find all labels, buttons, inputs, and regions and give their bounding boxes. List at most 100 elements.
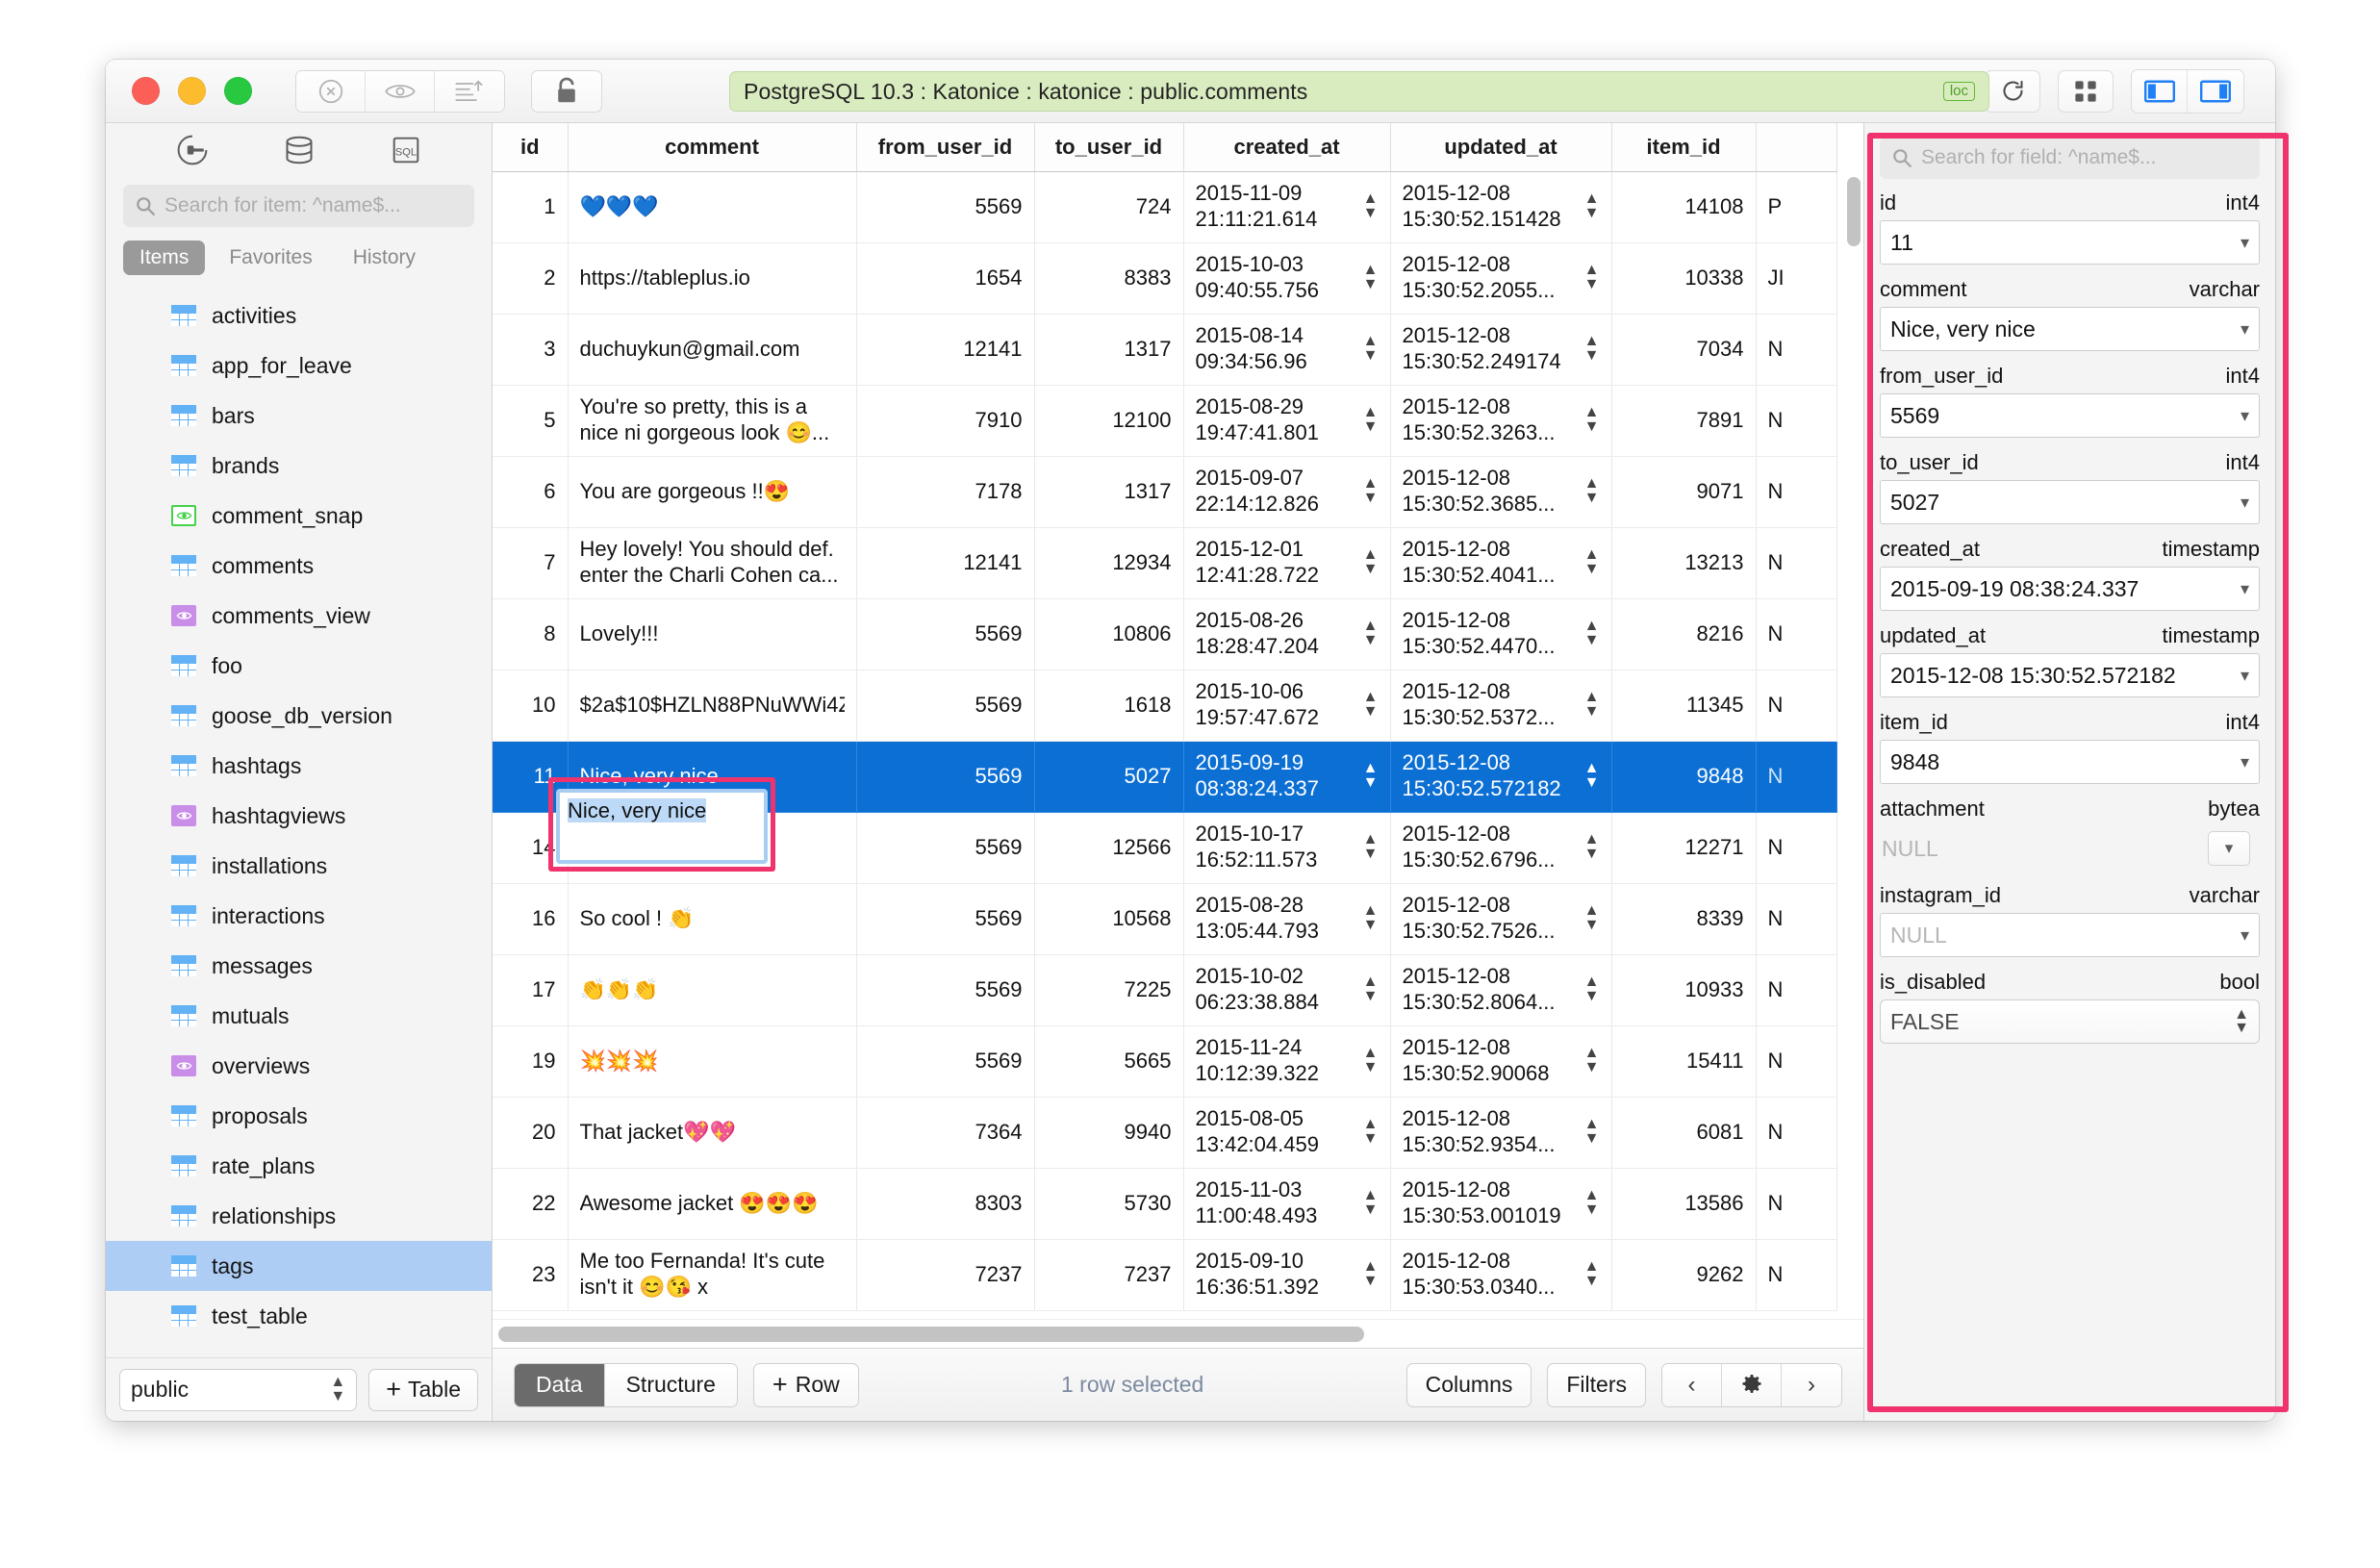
cell-id[interactable]: 16 [493, 883, 569, 955]
cell-id[interactable]: 1 [493, 171, 569, 243]
sidebar-item-relationships[interactable]: relationships [106, 1191, 492, 1241]
cell-comment[interactable]: 👏👏👏 [568, 954, 857, 1026]
sidebar-item-overviews[interactable]: overviews [106, 1041, 492, 1091]
cell-created-at[interactable]: 2015-12-01 12:41:28.722 ▲ ▼ [1183, 527, 1391, 599]
stepper-icon[interactable]: ▲ ▼ [1584, 761, 1600, 791]
lock-icon[interactable] [531, 69, 602, 113]
column-header-updated-at[interactable]: updated_at [1390, 123, 1612, 172]
sql-icon[interactable]: SQL [391, 135, 421, 170]
stepper-icon[interactable]: ▲ ▼ [2234, 1006, 2249, 1035]
cell-to-user-id[interactable]: 5665 [1034, 1025, 1184, 1098]
cell-attachment[interactable]: N [1756, 670, 1837, 742]
stepper-icon[interactable]: ▲ ▼ [1584, 832, 1600, 862]
connection-icon[interactable] [176, 134, 209, 171]
inspector-field-input-instagram-id[interactable]: NULL ▾ [1880, 913, 2260, 957]
cell-to-user-id[interactable]: 5027 [1034, 741, 1184, 813]
cell-attachment[interactable]: N [1756, 741, 1837, 813]
table-row[interactable]: 10 $2a$10$HZLN88PNuWWi4ZuS91Ib8dR98IjtOkb… [493, 670, 1837, 742]
sidebar-item-messages[interactable]: messages [106, 941, 492, 991]
chevron-down-icon[interactable]: ▾ [2241, 493, 2249, 513]
stepper-icon[interactable]: ▲ ▼ [1363, 263, 1379, 292]
cell-updated-at[interactable]: 2015-12-08 15:30:52.249174 ▲ ▼ [1390, 314, 1612, 386]
sidebar-item-activities[interactable]: activities [106, 291, 492, 341]
cell-item-id[interactable]: 15411 [1611, 1025, 1757, 1098]
cell-updated-at[interactable]: 2015-12-08 15:30:52.4041... ▲ ▼ [1390, 527, 1612, 599]
sidebar-item-rate-plans[interactable]: rate_plans [106, 1141, 492, 1191]
cell-to-user-id[interactable]: 9940 [1034, 1097, 1184, 1169]
table-row[interactable]: 2 https://tableplus.io 1654 8383 2015-10-03 0… [493, 242, 1837, 315]
stepper-icon[interactable]: ▲ ▼ [1584, 619, 1600, 648]
cell-updated-at[interactable]: 2015-12-08 15:30:52.151428 ▲ ▼ [1390, 171, 1612, 243]
cell-from-user-id[interactable]: 7237 [856, 1239, 1035, 1311]
sidebar-item-installations[interactable]: installations [106, 841, 492, 891]
stepper-icon[interactable]: ▲ ▼ [1363, 547, 1379, 577]
table-row[interactable]: 20 That jacket💖💖 7364 9940 2015-08-05 13:42:0… [493, 1097, 1837, 1169]
chevron-down-icon[interactable]: ▾ [2241, 233, 2249, 253]
cell-to-user-id[interactable]: 12934 [1034, 527, 1184, 599]
cell-attachment[interactable]: N [1756, 1168, 1837, 1240]
cell-from-user-id[interactable]: 5569 [856, 171, 1035, 243]
cell-item-id[interactable]: 13586 [1611, 1168, 1757, 1240]
cell-item-id[interactable]: 12271 [1611, 812, 1757, 884]
cell-id[interactable]: 5 [493, 385, 569, 457]
inspector-field-input-id[interactable]: 11 ▾ [1880, 220, 2260, 265]
cell-updated-at[interactable]: 2015-12-08 15:30:52.4470... ▲ ▼ [1390, 598, 1612, 670]
cell-attachment[interactable]: N [1756, 314, 1837, 386]
cell-to-user-id[interactable]: 10806 [1034, 598, 1184, 670]
inspector-field-input-attachment[interactable]: NULL ▾ [1880, 826, 2260, 871]
vertical-scrollbar[interactable] [1847, 177, 1861, 246]
cell-from-user-id[interactable]: 12141 [856, 314, 1035, 386]
sidebar-item-mutuals[interactable]: mutuals [106, 991, 492, 1041]
inspector-field-input-item-id[interactable]: 9848 ▾ [1880, 740, 2260, 784]
cell-from-user-id[interactable]: 5569 [856, 1025, 1035, 1098]
sidebar-item-comments[interactable]: comments [106, 541, 492, 591]
table-row[interactable]: 3 duchuykun@gmail.com 12141 1317 2015-08-14 0… [493, 314, 1837, 386]
cell-attachment[interactable]: JI [1756, 242, 1837, 315]
column-header-id[interactable]: id [493, 123, 569, 172]
column-header-created-at[interactable]: created_at [1183, 123, 1391, 172]
stepper-icon[interactable]: ▲ ▼ [1584, 903, 1600, 933]
sidebar-item-interactions[interactable]: interactions [106, 891, 492, 941]
table-row[interactable]: 17 👏👏👏 5569 7225 2015-10-02 06:23:38.884 ▲ ▼ 201… [493, 954, 1837, 1026]
stepper-icon[interactable]: ▲ ▼ [1363, 1188, 1379, 1218]
cell-created-at[interactable]: 2015-09-10 16:36:51.392 ▲ ▼ [1183, 1239, 1391, 1311]
gear-icon[interactable] [1722, 1363, 1782, 1406]
stepper-icon[interactable]: ▲ ▼ [1363, 1046, 1379, 1075]
stepper-icon[interactable]: ▲ ▼ [1584, 263, 1600, 292]
right-panel-toggle-icon[interactable] [2188, 69, 2243, 113]
stepper-icon[interactable]: ▲ ▼ [1363, 832, 1379, 862]
cell-item-id[interactable]: 10933 [1611, 954, 1757, 1026]
cell-editor-input[interactable]: Nice, very nice [556, 789, 768, 864]
cell-comment[interactable]: Lovely!!! [568, 598, 857, 670]
cell-to-user-id[interactable]: 1317 [1034, 314, 1184, 386]
cell-to-user-id[interactable]: 1618 [1034, 670, 1184, 742]
sidebar-item-proposals[interactable]: proposals [106, 1091, 492, 1141]
cell-updated-at[interactable]: 2015-12-08 15:30:52.9354... ▲ ▼ [1390, 1097, 1612, 1169]
chevron-down-icon[interactable]: ▾ [2241, 579, 2249, 599]
cell-attachment[interactable]: N [1756, 456, 1837, 528]
cell-from-user-id[interactable]: 8303 [856, 1168, 1035, 1240]
stepper-icon[interactable]: ▲ ▼ [1363, 619, 1379, 648]
cell-item-id[interactable]: 7891 [1611, 385, 1757, 457]
cell-updated-at[interactable]: 2015-12-08 15:30:53.001019 ▲ ▼ [1390, 1168, 1612, 1240]
stepper-icon[interactable]: ▲ ▼ [1363, 974, 1379, 1004]
stepper-icon[interactable]: ▲ ▼ [1584, 1117, 1600, 1147]
stepper-icon[interactable]: ▲ ▼ [1363, 903, 1379, 933]
horizontal-scrollbar-thumb[interactable] [498, 1326, 1364, 1342]
cell-id[interactable]: 22 [493, 1168, 569, 1240]
sidebar-item-bars[interactable]: bars [106, 391, 492, 441]
cell-item-id[interactable]: 7034 [1611, 314, 1757, 386]
cell-comment[interactable]: $2a$10$HZLN88PNuWWi4ZuS91Ib8dR98IjtOkblv… [568, 670, 857, 742]
close-button[interactable] [132, 77, 160, 105]
sidebar-item-list[interactable]: activities app_for_leave bars brands comment… [106, 285, 492, 1357]
cell-updated-at[interactable]: 2015-12-08 15:30:52.7526... ▲ ▼ [1390, 883, 1612, 955]
sort-ascending-icon[interactable] [435, 70, 504, 112]
stepper-icon[interactable]: ▲ ▼ [1584, 334, 1600, 364]
cell-comment[interactable]: So cool ! 👏 [568, 883, 857, 955]
tab-structure[interactable]: Structure [604, 1363, 737, 1406]
table-row[interactable]: 16 So cool ! 👏 5569 10568 2015-08-28 13:05:44… [493, 883, 1837, 955]
cell-item-id[interactable]: 8216 [1611, 598, 1757, 670]
cell-to-user-id[interactable]: 724 [1034, 171, 1184, 243]
columns-button[interactable]: Columns [1405, 1362, 1532, 1407]
inspector-field-input-to-user-id[interactable]: 5027 ▾ [1880, 480, 2260, 524]
